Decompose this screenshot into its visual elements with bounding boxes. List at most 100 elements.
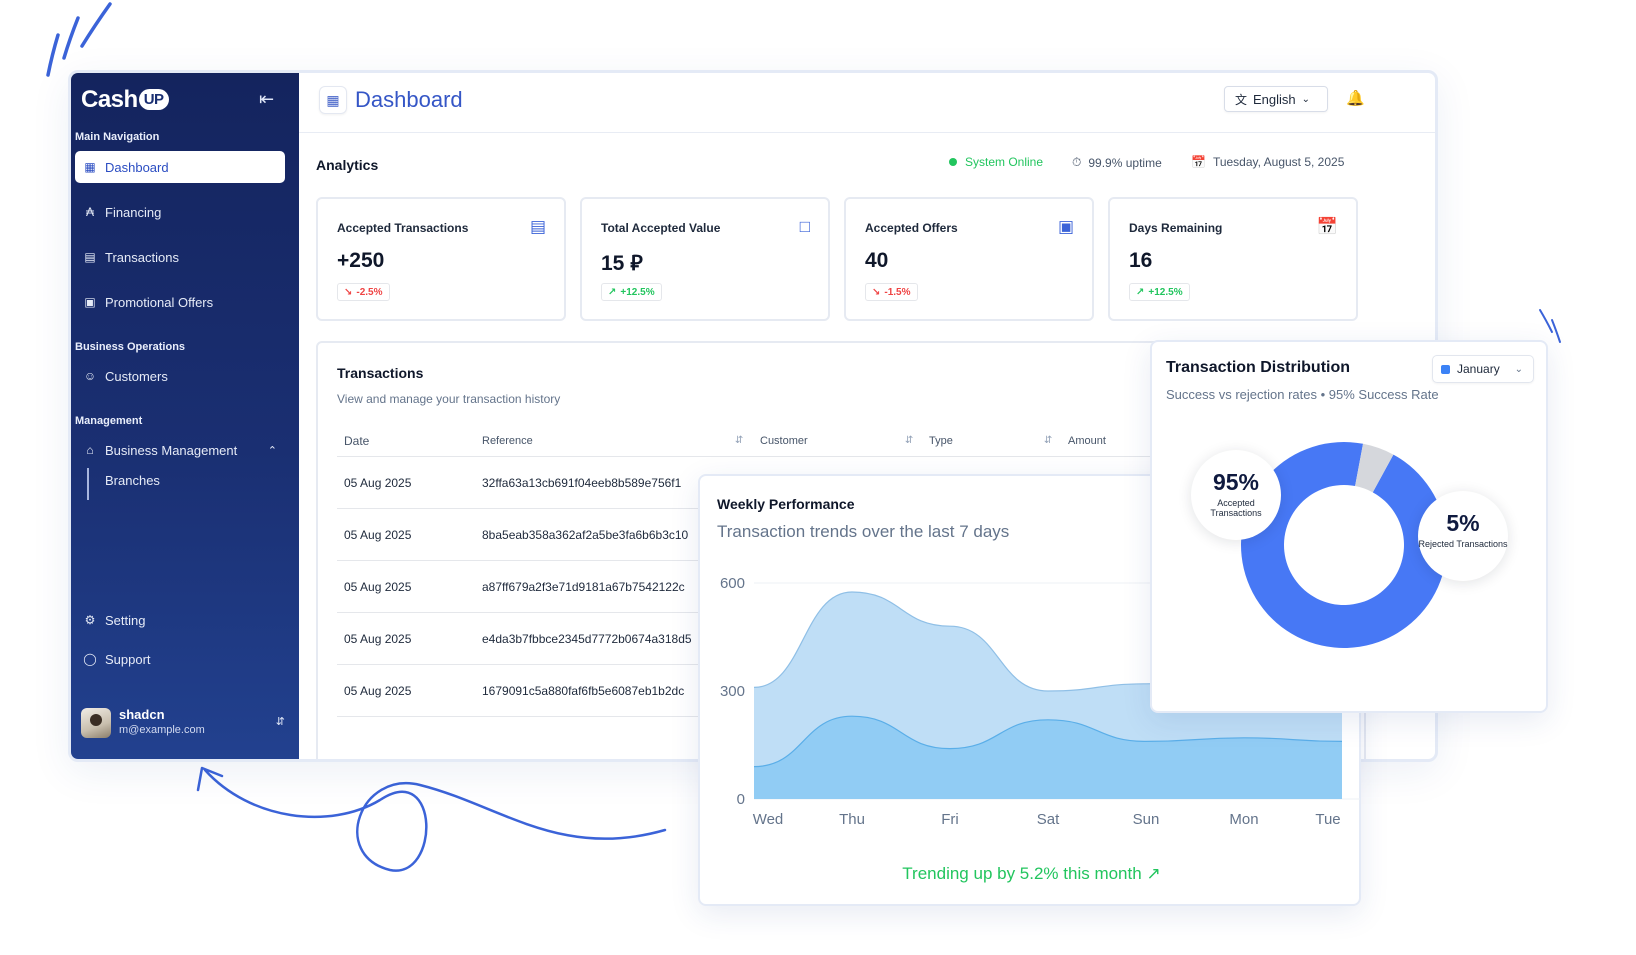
notification-bell-icon[interactable]: 🔔 [1346,89,1365,107]
section-label-management: Management [75,415,143,427]
chevron-up-down-icon: ⇵ [275,716,285,728]
sidebar-item-label: Branches [105,472,160,488]
rejected-percentage-bubble: 5% Rejected Transactions [1418,491,1508,581]
trending-down-icon: ↘ [872,286,881,298]
user-menu[interactable]: shadcn m@example.com ⇵ [81,705,287,745]
sort-icon[interactable]: ⇵ [1044,435,1052,446]
sidebar-item-label: Dashboard [105,159,169,175]
x-tick-label: Sat [1037,811,1060,828]
users-icon: ☺ [83,369,97,383]
trend-badge: ↗ +12.5% [601,283,662,301]
sort-icon[interactable]: ⇵ [735,435,743,446]
transactions-title: Transactions [337,365,424,381]
sidebar-item-support[interactable]: ◯ Support [75,643,285,675]
currency-icon: ₳ [85,205,94,219]
page-title: Dashboard [355,87,463,112]
stat-value: 15 ⃁ [601,252,643,275]
trend-footer: Trending up by 5.2% this month ↗ [700,864,1363,884]
stat-value: +250 [337,249,385,272]
user-name: shadcn [119,707,165,722]
trend-value: -1.5% [884,286,911,298]
column-type[interactable]: Type [929,435,953,447]
sidebar-item-setting[interactable]: ⚙ Setting [75,604,285,636]
sidebar-item-branches[interactable]: Branches [75,464,285,496]
chevron-down-icon: ⌄ [1301,93,1311,105]
rejected-percentage: 5% [1446,510,1480,536]
calendar-icon: 📅 [1191,155,1206,169]
stat-card-days-remaining[interactable]: Days Remaining 📅 16 ↗ +12.5% [1108,197,1358,321]
sidebar-item-customers[interactable]: ☺ Customers [75,360,285,392]
receipt-icon: ▤ [84,250,96,264]
sort-icon[interactable]: ⇵ [905,435,913,446]
column-date[interactable]: Date [344,434,369,448]
x-tick-label: Sun [1133,811,1160,828]
decorative-dash [80,2,112,48]
x-tick-label: Wed [753,811,784,828]
rejected-label: Rejected Transactions [1418,539,1508,549]
column-customer[interactable]: Customer [760,435,808,447]
gear-icon: ⚙ [84,613,96,627]
sidebar-item-business-management[interactable]: ⌂ Business Management ⌃ [75,434,285,466]
translate-icon: 文 [1235,92,1248,107]
cell-reference: 32ffa63a13cb691f04eeb8b589e756f1 [482,476,682,490]
trending-up-icon: ↗ [608,286,617,298]
y-tick-label: 0 [737,791,745,808]
transactions-subtitle: View and manage your transaction history [337,392,561,406]
list-icon: ▤ [529,217,546,236]
stat-label: Accepted Transactions [337,221,469,235]
sidebar-item-label: Transactions [105,249,179,265]
sidebar-item-label: Support [105,651,151,667]
stat-label: Accepted Offers [865,221,958,235]
x-tick-label: Thu [839,811,865,828]
accepted-label: Accepted Transactions [1210,498,1262,518]
status-dot [949,158,957,166]
uptime-text: 99.9% uptime [1088,155,1162,170]
decorative-dash [1539,309,1553,333]
chevron-up-icon: ⌃ [267,444,277,457]
accepted-percentage-bubble: 95% Accepted Transactions [1191,450,1281,540]
cell-reference: a87ff679a2f3e71d9181a67b7542122c [482,580,685,594]
decorative-dash [46,33,60,77]
column-reference[interactable]: Reference [482,435,533,447]
sidebar-item-transactions[interactable]: ▤ Transactions [75,241,285,273]
column-amount[interactable]: Amount [1068,435,1106,447]
stat-card-accepted-offers[interactable]: Accepted Offers ▣ 40 ↘ -1.5% [844,197,1094,321]
trending-up-icon: ↗ [1136,286,1145,298]
cell-reference: e4da3b7fbbce2345d7772b0674a318d5 [482,632,692,646]
stat-card-total-accepted-value[interactable]: Total Accepted Value □ 15 ⃁ ↗ +12.5% [580,197,830,321]
ticket-icon: ▣ [84,295,96,309]
sidebar-item-label: Business Management [105,442,238,458]
decorative-dash [62,16,80,60]
stat-card-accepted-transactions[interactable]: Accepted Transactions ▤ +250 ↘ -2.5% [316,197,566,321]
avatar [81,708,111,738]
sidebar-item-financing[interactable]: ₳ Financing [75,196,285,228]
sidebar-item-dashboard[interactable]: ▦ Dashboard [75,151,285,183]
cell-reference: 1679091c5a880faf6fb5e6087eb1b2dc [482,684,685,698]
cell-date: 05 Aug 2025 [344,476,412,490]
sidebar-item-label: Customers [105,368,168,384]
app-logo[interactable]: Cash UP [81,86,169,114]
trend-badge: ↗ +12.5% [1129,283,1190,301]
sidebar-collapse-icon[interactable]: ⇤ [259,89,274,110]
stat-label: Total Accepted Value [601,221,721,235]
sidebar: Cash UP ⇤ Main Navigation ▦ Dashboard ₳ F… [71,73,299,759]
section-label-main-navigation: Main Navigation [75,131,160,143]
current-date: 📅 Tuesday, August 5, 2025 [1191,155,1344,169]
sidebar-item-promotional-offers[interactable]: ▣ Promotional Offers [75,286,285,318]
analytics-heading: Analytics [316,157,379,173]
sidebar-item-label: Financing [105,204,162,220]
language-select[interactable]: 文 English ⌄ [1224,86,1328,112]
wallet-icon: □ [799,217,810,236]
cell-date: 05 Aug 2025 [344,528,412,542]
logo-badge: UP [138,89,169,110]
sidebar-item-label: Promotional Offers [105,294,214,310]
calendar-icon: 📅 [1316,217,1338,236]
trending-down-icon: ↘ [344,286,353,298]
timer-icon: ⏱ [1072,155,1082,169]
language-value: English [1253,91,1296,107]
user-email: m@example.com [119,724,205,736]
trend-badge: ↘ -2.5% [337,283,390,301]
accepted-percentage: 95% [1212,469,1260,495]
x-tick-label: Mon [1229,811,1258,828]
transaction-distribution-card: Transaction Distribution Success vs reje… [1150,340,1548,713]
